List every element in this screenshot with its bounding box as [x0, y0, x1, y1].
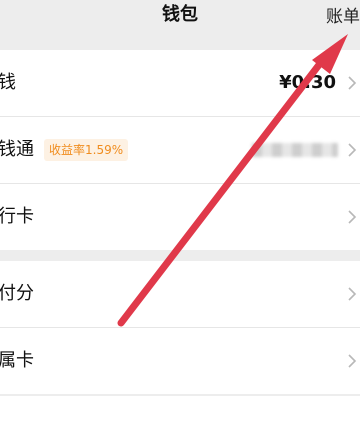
bill-link[interactable]: 账单 [326, 2, 360, 27]
top-bar: 钱包 账单 [0, 0, 360, 44]
row-label: 付分 [0, 283, 34, 304]
balance-value: ¥0.30 [279, 72, 336, 93]
row-change[interactable]: 钱 ¥0.30 [0, 50, 360, 117]
wallet-group-2: 付分 属卡 [0, 261, 360, 394]
blurred-amount [252, 143, 338, 157]
yield-badge: 收益率1.59% [44, 139, 129, 161]
row-family-card[interactable]: 属卡 [0, 328, 360, 394]
row-payscore[interactable]: 付分 [0, 261, 360, 328]
row-label: 钱通 [0, 139, 34, 160]
wallet-group-1: 钱 ¥0.30 钱通 收益率1.59% 行卡 [0, 50, 360, 250]
row-licaitong[interactable]: 钱通 收益率1.59% [0, 117, 360, 184]
row-bank-card[interactable]: 行卡 [0, 184, 360, 250]
chevron-right-icon [348, 76, 357, 90]
chevron-right-icon [348, 210, 357, 224]
row-label: 行卡 [0, 206, 34, 227]
page-title: 钱包 [162, 4, 198, 25]
chevron-right-icon [348, 354, 357, 368]
chevron-right-icon [348, 143, 357, 157]
chevron-right-icon [348, 287, 357, 301]
wallet-group-3 [0, 396, 360, 421]
row-label: 钱 [0, 72, 16, 93]
row-label: 属卡 [0, 350, 34, 371]
